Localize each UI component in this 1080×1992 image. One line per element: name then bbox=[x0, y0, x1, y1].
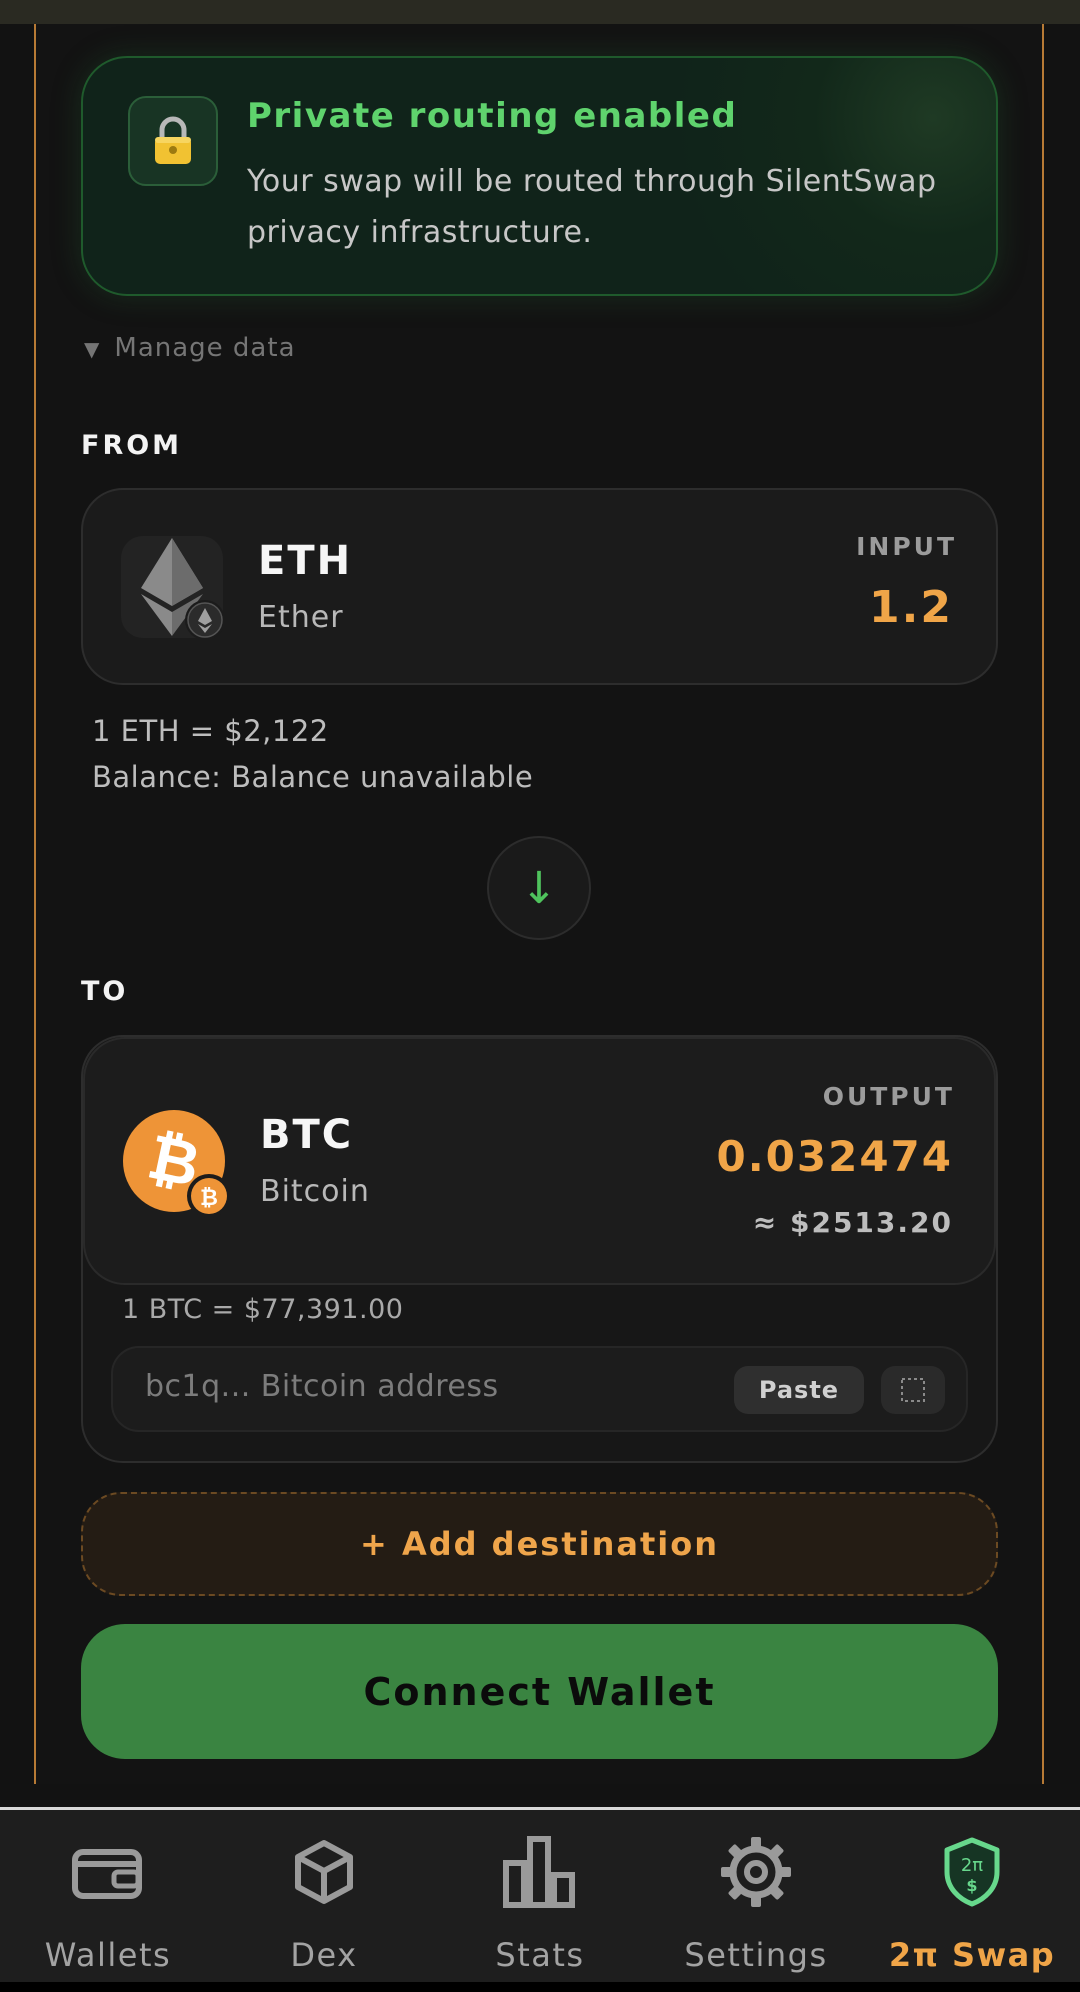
scan-qr-button[interactable] bbox=[881, 1366, 945, 1414]
paste-button[interactable]: Paste bbox=[734, 1366, 864, 1414]
nav-item-stats[interactable]: Stats bbox=[432, 1810, 648, 1982]
btc-rate: 1 BTC = $77,391.00 bbox=[122, 1294, 404, 1325]
eth-rate: 1 ETH = $2,122 bbox=[92, 714, 329, 748]
manage-data-toggle[interactable]: ▼ Manage data bbox=[84, 333, 296, 363]
cube-icon bbox=[216, 1832, 432, 1912]
output-usd-value: ≈ $2513.20 bbox=[752, 1206, 953, 1239]
eth-token-icon bbox=[121, 536, 225, 640]
nav-label-stats: Stats bbox=[495, 1936, 585, 1974]
output-amount: 0.032474 bbox=[716, 1132, 953, 1181]
bottom-nav: Wallets Dex Stats Settings 2π $ 2π Swap bbox=[0, 1810, 1080, 1982]
notice-text: Your swap will be routed through SilentS… bbox=[247, 164, 937, 250]
nav-item-wallets[interactable]: Wallets bbox=[0, 1810, 216, 1982]
swap-direction-button[interactable]: ↓ bbox=[487, 836, 591, 940]
wallet-icon bbox=[0, 1832, 216, 1912]
arrow-down-icon: ↓ bbox=[520, 862, 558, 914]
notice-title: Private routing enabled bbox=[247, 96, 738, 136]
add-destination-button[interactable]: + Add destination bbox=[81, 1492, 998, 1596]
output-label: OUTPUT bbox=[822, 1082, 955, 1111]
nav-label-settings: Settings bbox=[684, 1936, 828, 1974]
from-token-name: Ether bbox=[258, 600, 344, 635]
connect-wallet-button[interactable]: Connect Wallet bbox=[81, 1624, 998, 1759]
svg-text:$: $ bbox=[966, 1876, 977, 1895]
btc-token-icon: ₿ ₿ bbox=[123, 1110, 233, 1220]
to-token-name: Bitcoin bbox=[260, 1174, 370, 1209]
destination-address-field: Paste bbox=[111, 1346, 968, 1432]
scan-icon bbox=[901, 1378, 925, 1402]
nav-item-dex[interactable]: Dex bbox=[216, 1810, 432, 1982]
nav-label-wallets: Wallets bbox=[44, 1936, 172, 1974]
gear-icon bbox=[648, 1832, 864, 1912]
input-label: INPUT bbox=[856, 532, 957, 561]
nav-item-2pi-swap[interactable]: 2π $ 2π Swap bbox=[864, 1810, 1080, 1982]
shield-swap-icon: 2π $ bbox=[864, 1832, 1080, 1912]
svg-text:₿: ₿ bbox=[200, 1186, 218, 1211]
to-section-label: TO bbox=[81, 976, 129, 1007]
status-bar bbox=[0, 0, 1080, 24]
triangle-down-icon: ▼ bbox=[84, 337, 101, 361]
lock-icon bbox=[128, 96, 218, 186]
nav-label-2pi-swap: 2π Swap bbox=[888, 1936, 1056, 1974]
from-section-label: FROM bbox=[81, 430, 183, 461]
gesture-bar-area bbox=[0, 1982, 1080, 1992]
bitcoin-address-input[interactable] bbox=[143, 1368, 707, 1405]
eth-balance: Balance: Balance unavailable bbox=[92, 760, 534, 794]
nav-item-settings[interactable]: Settings bbox=[648, 1810, 864, 1982]
nav-label-dex: Dex bbox=[290, 1936, 358, 1974]
manage-data-label: Manage data bbox=[114, 333, 296, 363]
to-token-symbol: BTC bbox=[260, 1112, 354, 1158]
bar-chart-icon bbox=[432, 1832, 648, 1912]
from-token-symbol: ETH bbox=[258, 538, 353, 584]
input-amount[interactable]: 1.2 bbox=[869, 582, 953, 633]
svg-text:2π: 2π bbox=[961, 1855, 983, 1876]
